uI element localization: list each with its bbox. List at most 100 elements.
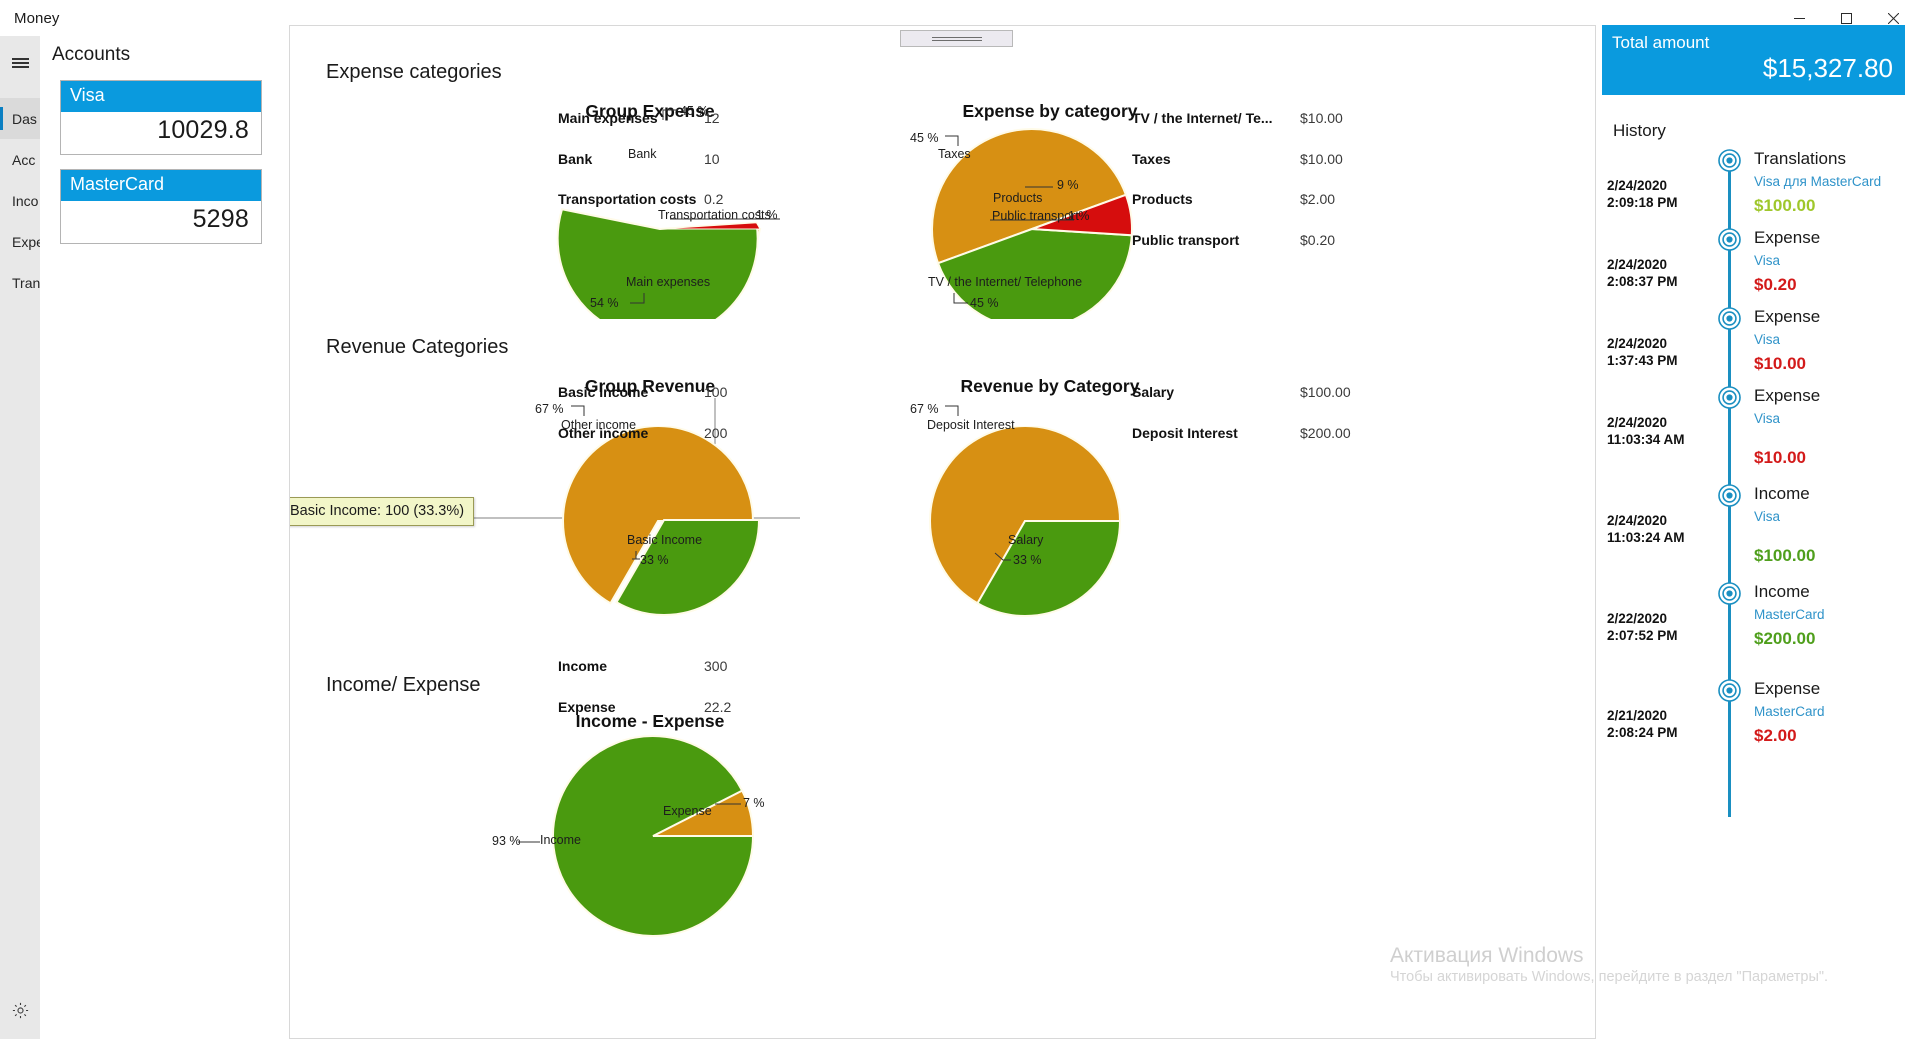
legend-revenue-by-category: Salary $100.00 Deposit Interest $200.00	[1132, 384, 1351, 465]
legend-row: Deposit Interest $200.00	[1132, 425, 1351, 466]
pie-percent-basic-income: 33 %	[640, 553, 669, 567]
legend-value: $10.00	[1300, 150, 1343, 167]
leader-line-taxes	[945, 135, 959, 146]
sidebar-item-income[interactable]: Inco	[0, 180, 40, 221]
pie-label-expense: Expense	[663, 804, 712, 818]
history-time: 2:08:37 PM	[1607, 274, 1678, 289]
history-amount: $100.00	[1754, 546, 1816, 565]
history-date: 2/21/2020	[1607, 708, 1668, 723]
history-timeline: 2/24/2020 2:09:18 PM Translations Visa д…	[1602, 149, 1917, 829]
account-balance: 10029.8	[157, 116, 249, 144]
history-date: 2/24/2020	[1607, 257, 1668, 272]
history-title: Income	[1754, 484, 1810, 503]
pie-percent-salary: 33 %	[1013, 553, 1042, 567]
sidebar-item-expenses[interactable]: Expe	[0, 221, 40, 262]
history-item[interactable]: 2/21/2020 2:08:24 PM Expense MasterCard …	[1602, 679, 1917, 776]
history-datetime: 2/24/2020 11:03:34 AM	[1607, 414, 1717, 448]
history-item[interactable]: 2/22/2020 2:07:52 PM Income MasterCard $…	[1602, 582, 1917, 679]
pie-label-salary: Salary	[1008, 533, 1044, 547]
history-time: 1:37:43 PM	[1607, 353, 1678, 368]
legend-value: 300	[704, 658, 728, 674]
hamburger-icon[interactable]	[0, 44, 40, 82]
legend-row: Income 300	[558, 658, 731, 699]
watermark-line-1: Активация Windows	[1390, 944, 1584, 967]
legend-value: 200	[704, 424, 728, 441]
history-title: Expense	[1754, 679, 1821, 698]
history-item[interactable]: 2/24/2020 11:03:34 AM Expense Visa $10.0…	[1602, 386, 1917, 498]
legend-value: 22.2	[704, 698, 732, 715]
leader-line-main-expenses	[630, 293, 645, 304]
history-time: 11:03:34 AM	[1607, 432, 1685, 447]
history-datetime: 2/24/2020 1:37:43 PM	[1607, 335, 1717, 369]
timeline-dot-icon	[1718, 228, 1741, 251]
history-account: MasterCard	[1754, 704, 1825, 719]
total-amount-card: Total amount $15,327.80	[1602, 25, 1905, 95]
legend-row: Transportation costs 0.2	[558, 191, 723, 232]
history-amount: $0.20	[1754, 275, 1797, 294]
dashboard-scroll-area: Expense categories Group Expense 45 % Ba…	[289, 25, 1596, 1039]
watermark-line-2: Чтобы активировать Windows, перейдите в …	[1390, 969, 1829, 985]
pie-label-basic-income: Basic Income	[627, 533, 703, 547]
sidebar-item-label: Inco	[12, 192, 39, 209]
pie-chart-revenue-by-category[interactable]	[922, 426, 1127, 626]
timeline-dot-icon	[1718, 484, 1741, 507]
sidebar-item-dashboard[interactable]: Das	[0, 98, 40, 139]
account-name: Visa	[61, 81, 261, 112]
accounts-pane: Accounts Visa 10029.8 MasterCard 5298	[40, 36, 289, 1039]
history-date: 2/22/2020	[1607, 611, 1668, 626]
legend-row: Salary $100.00	[1132, 384, 1351, 425]
history-amount: $200.00	[1754, 629, 1816, 648]
horizontal-scrollbar[interactable]	[900, 30, 1013, 47]
leader-line-expense	[715, 803, 741, 805]
pie-percent-products: 9 %	[1057, 178, 1079, 192]
history-title: Expense	[1754, 386, 1821, 405]
history-datetime: 2/24/2020 2:09:18 PM	[1607, 177, 1717, 211]
legend-value: $200.00	[1300, 424, 1351, 441]
chart-tooltip: Basic Income: 100 (33.3%)	[290, 497, 475, 526]
legend-row: TV / the Internet/ Te... $10.00	[1132, 110, 1343, 151]
history-datetime: 2/22/2020 2:07:52 PM	[1607, 610, 1717, 644]
sidebar-item-accounts[interactable]: Acc	[0, 139, 40, 180]
gear-icon[interactable]	[0, 993, 40, 1027]
tooltip-text: Basic Income: 100 (33.3%)	[290, 503, 465, 519]
total-amount-value: $15,327.80	[1762, 53, 1893, 83]
history-account: Visa	[1754, 509, 1781, 524]
legend-row: Public transport $0.20	[1132, 232, 1343, 273]
legend-row: Main expenses 12	[558, 110, 723, 151]
pie-percent-tv-internet: 45 %	[970, 296, 999, 310]
history-amount: $10.00	[1754, 448, 1806, 467]
history-time: 2:09:18 PM	[1607, 195, 1678, 210]
pie-label-products: Products	[993, 191, 1043, 205]
sidebar-item-label: Expe	[12, 233, 40, 250]
legend-row: Bank 10	[558, 151, 723, 192]
history-date: 2/24/2020	[1607, 178, 1668, 193]
history-title: Expense	[1754, 307, 1821, 326]
section-title-expense: Expense categories	[326, 61, 502, 83]
history-account: Visa для MasterCard	[1754, 174, 1882, 189]
legend-label: Transportation costs	[558, 191, 697, 207]
legend-label: Other income	[558, 424, 649, 441]
legend-label: TV / the Internet/ Te...	[1132, 110, 1273, 126]
pie-label-taxes: Taxes	[938, 147, 971, 161]
leader-line-income	[518, 841, 540, 843]
history-item[interactable]: 2/24/2020 11:03:24 AM Income Visa $100.0…	[1602, 484, 1917, 596]
account-card-visa[interactable]: Visa 10029.8	[60, 80, 262, 155]
pie-percent-expense: 7 %	[743, 796, 765, 810]
timeline-dot-icon	[1718, 679, 1741, 702]
history-date: 2/24/2020	[1607, 415, 1668, 430]
pie-label-income: Income	[540, 833, 581, 847]
account-card-mastercard[interactable]: MasterCard 5298	[60, 169, 262, 244]
total-amount-label: Total amount	[1612, 33, 1710, 52]
sidebar-item-label: Tran	[12, 274, 40, 291]
timeline-dot-icon	[1718, 582, 1741, 605]
history-time: 2:08:24 PM	[1607, 725, 1678, 740]
legend-value: $2.00	[1300, 191, 1336, 207]
pie-percent-deposit-interest: 67 %	[910, 402, 939, 416]
account-name: MasterCard	[61, 170, 261, 201]
sidebar-item-transactions[interactable]: Tran	[0, 262, 40, 303]
history-heading: History	[1613, 121, 1666, 140]
legend-label: Bank	[558, 150, 593, 167]
pie-percent-income: 93 %	[492, 834, 521, 848]
legend-value: 10	[704, 150, 720, 167]
app-title: Money	[14, 9, 60, 27]
